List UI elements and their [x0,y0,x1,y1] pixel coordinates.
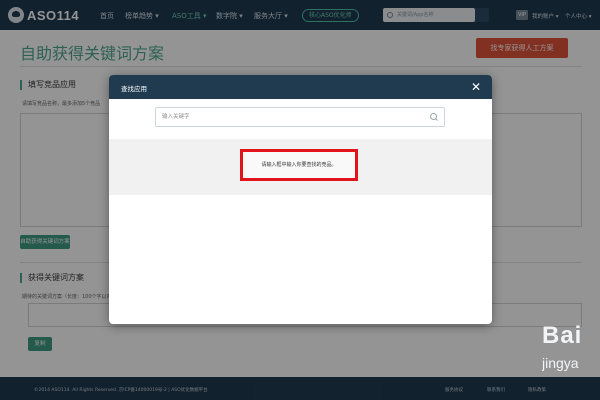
find-app-modal: 查找应用 ✕ 请输入框中输入你要查找的竞品。 [109,75,492,324]
watermark-sub: jingya [542,355,579,371]
modal-title: 查找应用 [121,85,147,93]
baidu-jingyan-watermark: Bai jingya [542,322,600,372]
search-icon[interactable] [430,113,438,121]
modal-header: 查找应用 ✕ [109,75,492,99]
empty-state-highlight: 请输入框中输入你要查找的竞品。 [240,149,358,181]
watermark-brand: Bai [542,322,583,349]
search-result-area: 请输入框中输入你要查找的竞品。 [109,139,492,195]
app-search-field[interactable] [155,107,445,127]
app-search-input[interactable] [156,108,426,126]
empty-state-message: 请输入框中输入你要查找的竞品。 [261,162,337,168]
close-icon[interactable]: ✕ [468,79,484,95]
